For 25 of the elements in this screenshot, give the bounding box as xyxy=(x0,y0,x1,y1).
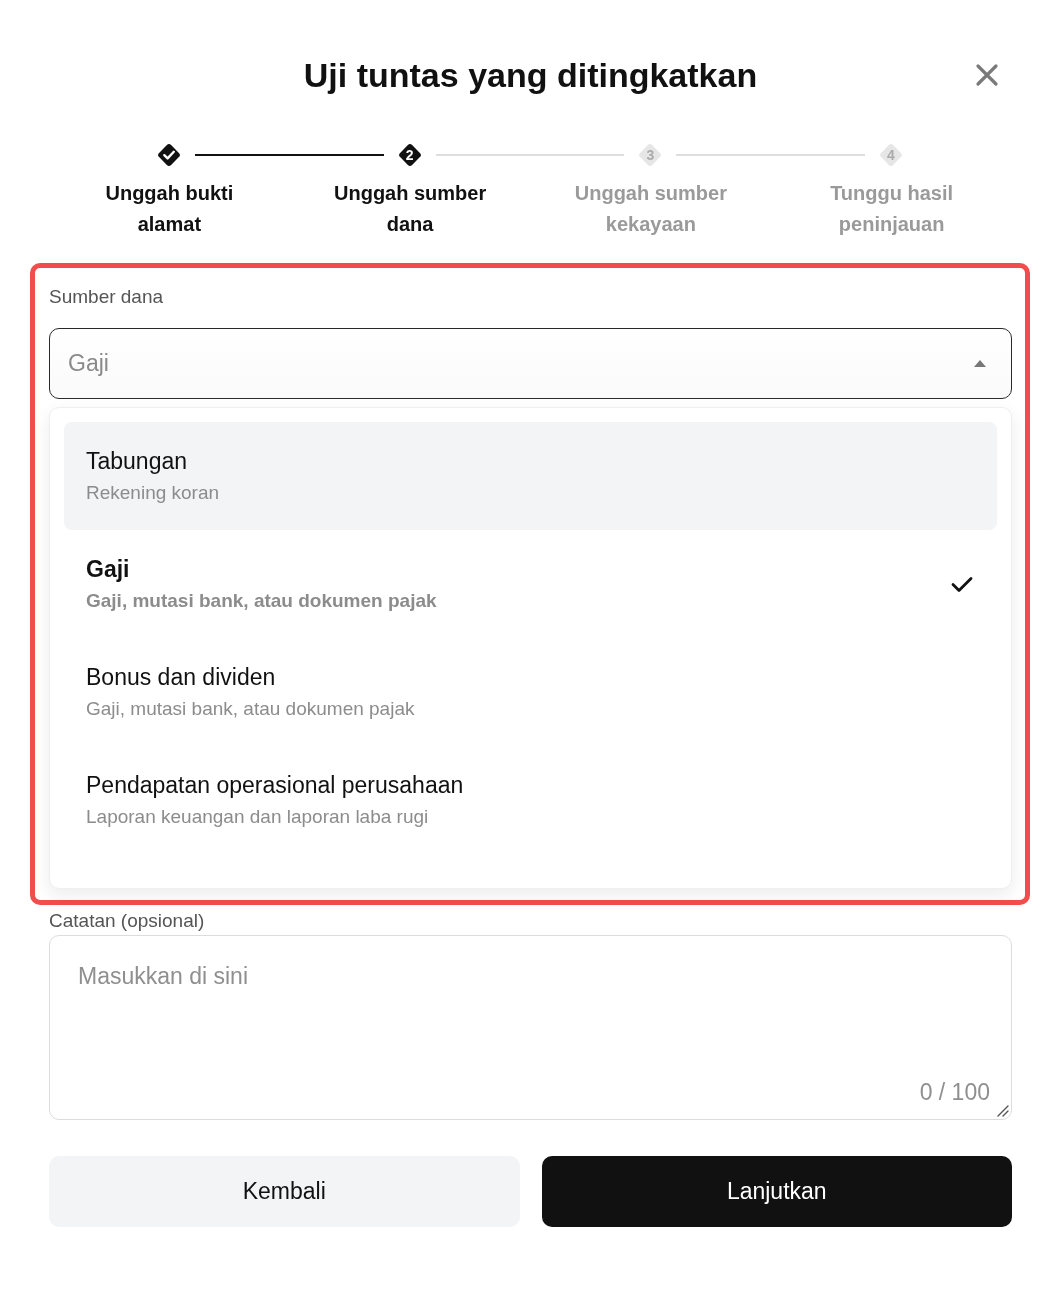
field-label: Sumber dana xyxy=(49,285,165,309)
option-description: Rekening koran xyxy=(86,481,220,505)
option-title: Tabungan xyxy=(86,447,189,475)
step-label: Unggah bukti alamat xyxy=(104,181,235,237)
step-number: 4 xyxy=(878,142,904,168)
option-title: Gaji xyxy=(86,555,131,583)
dropdown-option[interactable]: Tabungan Rekening koran xyxy=(64,422,997,530)
back-button[interactable]: Kembali xyxy=(49,1156,520,1227)
step-label: Tunggu hasil peninjauan xyxy=(829,181,955,237)
option-description: Gaji, mutasi bank, atau dokumen pajak xyxy=(86,697,415,721)
check-icon xyxy=(951,575,973,593)
step-label: Unggah sumber dana xyxy=(333,181,488,237)
option-title: Bonus dan dividen xyxy=(86,663,277,691)
step-label: Unggah sumber kekayaan xyxy=(573,181,728,237)
character-counter: 0 / 100 xyxy=(919,1078,990,1106)
resize-handle-icon[interactable] xyxy=(997,1105,1009,1117)
field-label: Catatan (opsional) xyxy=(49,909,206,933)
continue-button[interactable]: Lanjutkan xyxy=(541,1156,1012,1227)
option-description: Gaji, mutasi bank, atau dokumen pajak xyxy=(86,589,437,613)
step-number: 3 xyxy=(637,142,664,168)
step-number: 2 xyxy=(396,142,423,168)
option-description: Laporan keuangan dan laporan laba rugi xyxy=(86,805,430,829)
close-button[interactable] xyxy=(975,63,999,87)
dialog-title: Uji tuntas yang ditingkatkan xyxy=(303,55,758,96)
option-title: Pendapatan operasional perusahaan xyxy=(86,771,464,799)
